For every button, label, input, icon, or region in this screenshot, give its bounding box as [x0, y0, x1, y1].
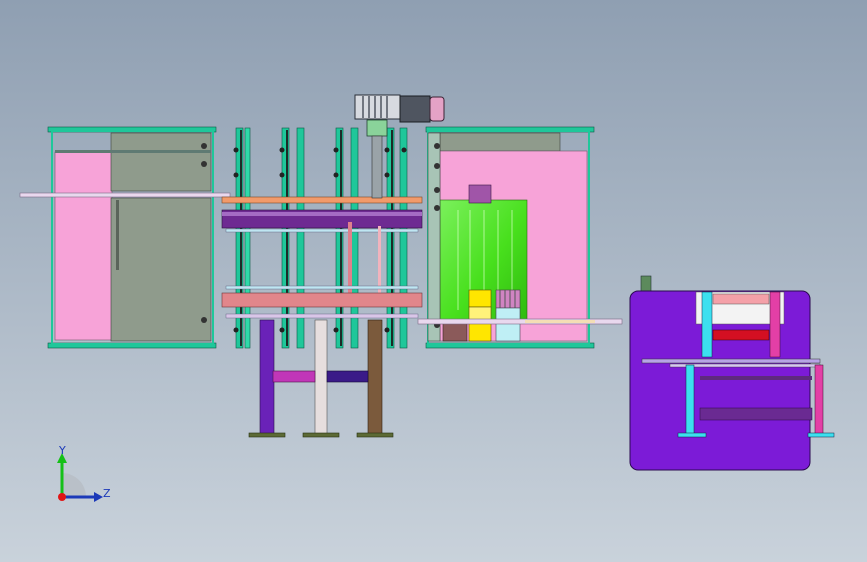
right-cabinet[interactable]: [425, 126, 595, 349]
z-axis-label: Z: [103, 487, 111, 500]
bolt-icon: [434, 187, 440, 193]
left-cabinet-inner-edge: [116, 200, 119, 270]
bolt-icon: [201, 317, 207, 323]
side-unit-cyan-post: [701, 291, 713, 358]
side-unit-dark-bar: [700, 376, 812, 380]
bolt-icon: [201, 161, 207, 167]
leg-brown: [367, 319, 383, 435]
lower-salmon-beam: [221, 292, 423, 308]
motor-coupling: [366, 119, 388, 137]
leg-crossbar-navy: [326, 370, 369, 383]
side-unit-right-foot: [807, 432, 835, 438]
side-unit-left-leg: [685, 364, 695, 436]
bolt-icon: [434, 205, 440, 211]
side-unit[interactable]: [629, 275, 835, 471]
pink-connector: [378, 226, 381, 296]
left-cabinet[interactable]: [47, 126, 217, 349]
motor-endcap: [429, 96, 445, 122]
side-unit-rail: [641, 358, 821, 364]
bolt-icon: [434, 143, 440, 149]
upper-thin-rail: [225, 228, 419, 233]
leg-foot: [302, 432, 340, 438]
leg-foot: [248, 432, 286, 438]
side-unit-left-foot: [677, 432, 707, 438]
side-unit-salmon-bar: [712, 293, 770, 305]
side-unit-pink-post: [769, 291, 781, 358]
left-cabinet-gray-panel-upper: [110, 132, 212, 192]
leg-crossbar-magenta: [272, 370, 316, 383]
leg-foot: [356, 432, 394, 438]
mid-rail: [225, 285, 419, 290]
side-unit-right-leg: [814, 364, 824, 436]
left-cabinet-pink-panel: [54, 151, 113, 341]
cad-viewport[interactable]: Y Z: [0, 0, 867, 562]
vertical-spine: [240, 130, 242, 346]
leg-violet: [259, 319, 275, 435]
rod-highlight: [525, 320, 595, 323]
pink-connector: [348, 222, 352, 294]
support-legs[interactable]: [248, 319, 394, 438]
lower-rail: [225, 313, 419, 319]
brown-block: [442, 322, 468, 342]
motor-gearbox: [354, 94, 401, 120]
left-cabinet-top-bar: [55, 150, 211, 153]
motor-shaft: [371, 135, 383, 199]
orange-crossbar: [221, 196, 423, 204]
side-unit-green-tab: [640, 275, 652, 292]
left-guide-rod: [19, 192, 231, 198]
leg-gray: [314, 319, 328, 435]
cyan-block: [495, 307, 521, 342]
violet-sensor-box: [468, 184, 492, 204]
left-cabinet-gray-panel-lower: [110, 197, 212, 342]
motor-body: [399, 95, 431, 123]
vertical-spine: [286, 130, 288, 346]
bolt-icon: [201, 143, 207, 149]
y-axis-label: Y: [58, 444, 66, 457]
bolt-icon: [434, 163, 440, 169]
yellow-block: [468, 289, 492, 308]
upper-violet-beam-shade: [222, 212, 422, 216]
x-axis-dot: [58, 493, 66, 501]
right-cabinet-gray-header: [439, 132, 561, 152]
side-unit-dark-bar: [699, 407, 813, 421]
vertical-spine: [340, 130, 342, 346]
side-unit-red-bar: [712, 329, 770, 341]
vertical-spine: [391, 130, 393, 346]
yellow-block: [468, 322, 492, 342]
